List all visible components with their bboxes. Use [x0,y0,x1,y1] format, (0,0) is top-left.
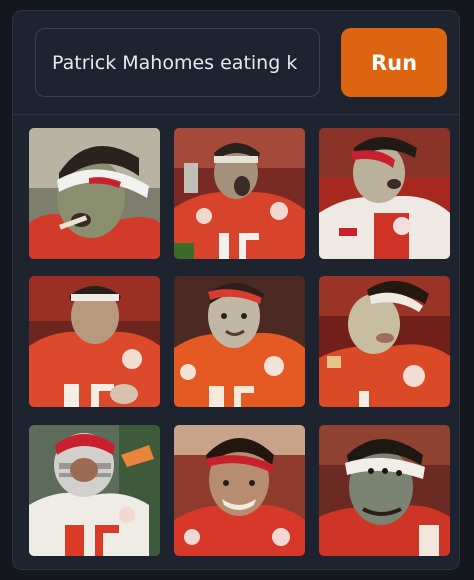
image-grid [29,128,450,556]
generated-image-2[interactable] [174,128,305,259]
prompt-input[interactable]: Patrick Mahomes eating k [35,28,320,97]
image-7-graphic [29,425,160,556]
generated-image-1[interactable] [29,128,160,259]
image-8-graphic [174,425,305,556]
image-2-graphic [174,128,305,259]
generated-image-8[interactable] [174,425,305,556]
generated-image-5[interactable] [174,276,305,407]
generated-image-9[interactable] [319,425,450,556]
image-9-graphic [319,425,450,556]
generator-panel: Patrick Mahomes eating k Run [12,10,460,570]
generated-image-4[interactable] [29,276,160,407]
image-5-graphic [174,276,305,407]
generated-image-3[interactable] [319,128,450,259]
prompt-text: Patrick Mahomes eating k [52,51,298,74]
image-6-graphic [319,276,450,407]
image-4-graphic [29,276,160,407]
divider [13,114,459,115]
generated-image-7[interactable] [29,425,160,556]
image-1-graphic [29,128,160,259]
run-button[interactable]: Run [341,28,447,97]
image-3-graphic [319,128,450,259]
generated-image-6[interactable] [319,276,450,407]
